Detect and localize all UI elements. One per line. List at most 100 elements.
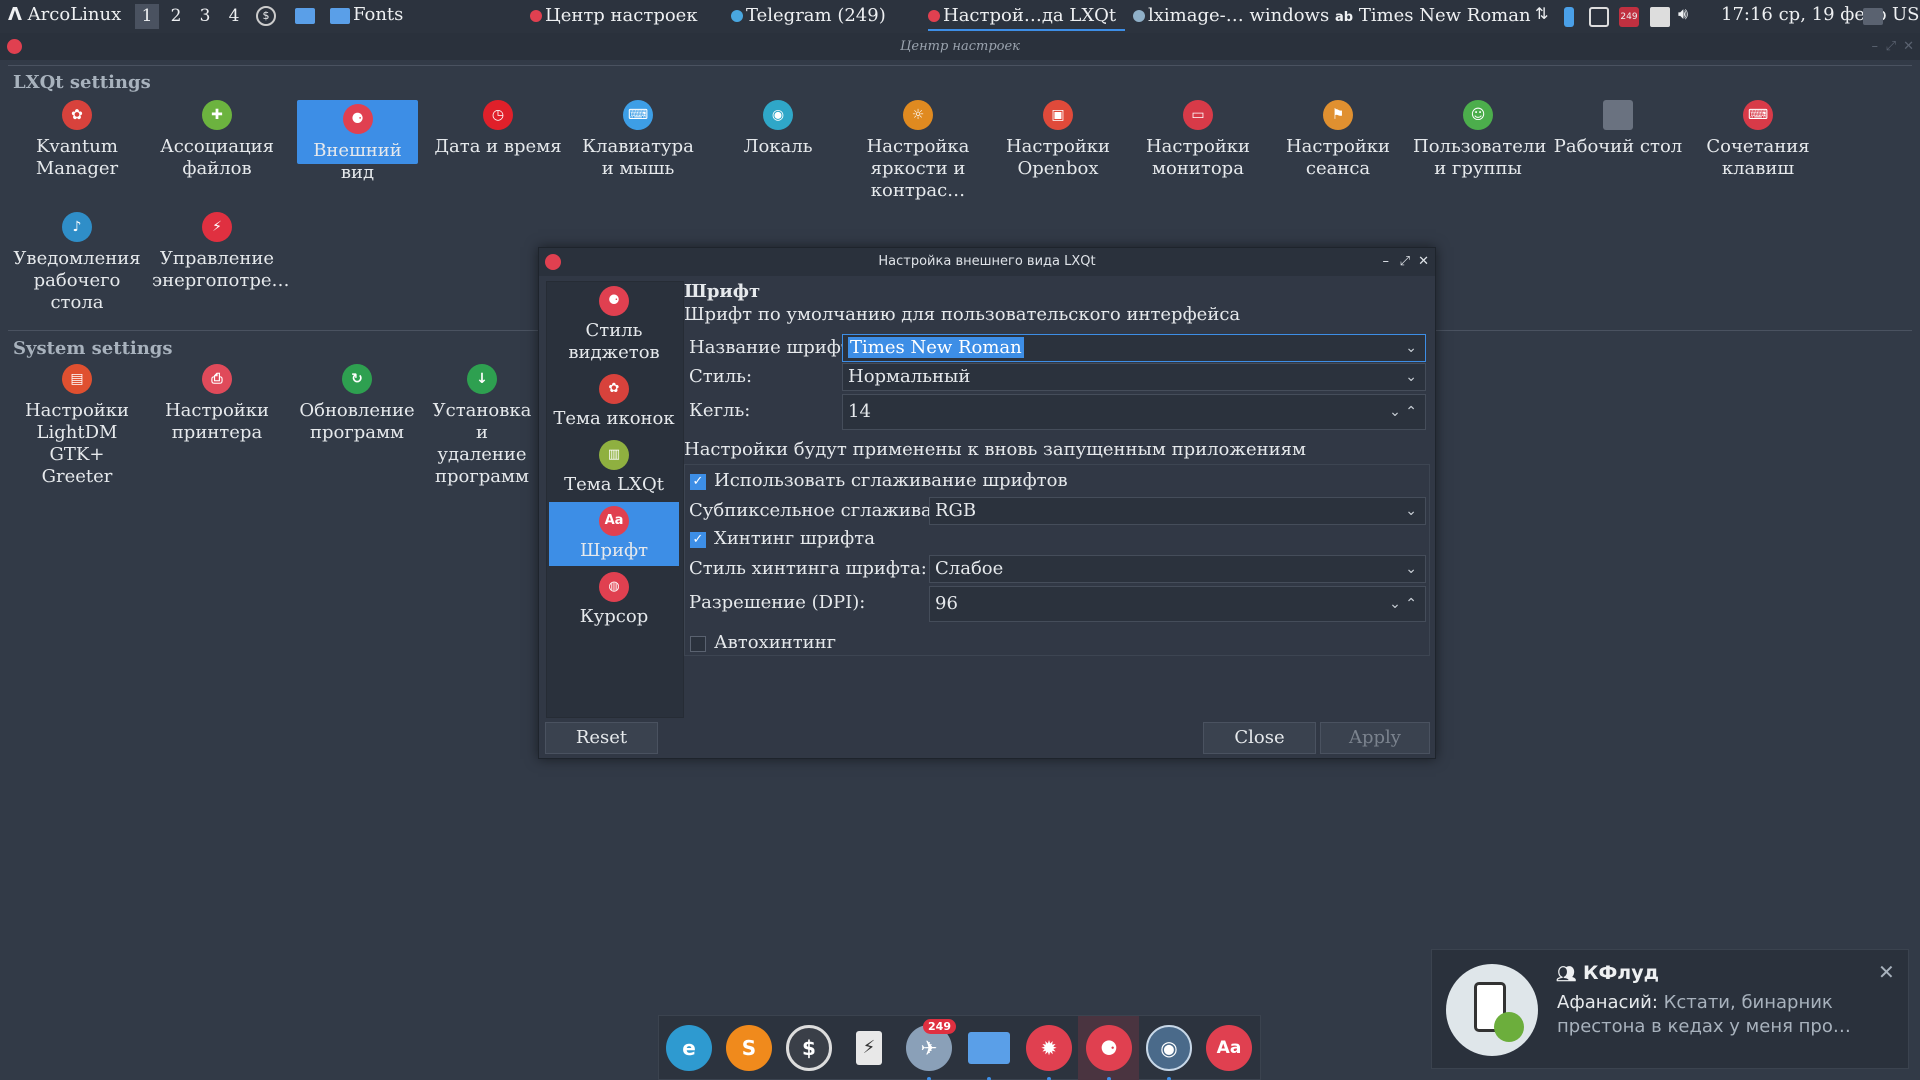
- image-viewer-icon[interactable]: ◉: [1146, 1025, 1192, 1071]
- fonts-folder-launcher[interactable]: Fonts: [330, 4, 403, 25]
- item-desktop[interactable]: Рабочий стол: [1553, 100, 1683, 158]
- close-button[interactable]: Close: [1203, 722, 1316, 754]
- desktop-icon[interactable]: [1863, 8, 1883, 25]
- icon-theme-icon: ✿: [599, 374, 629, 404]
- task-telegram[interactable]: Telegram (249): [731, 3, 886, 31]
- file-manager-icon[interactable]: [295, 8, 315, 24]
- settings-dock-icon[interactable]: ✹: [1026, 1025, 1072, 1071]
- item-keyboard-mouse[interactable]: ⌨ Клавиатура и мышь: [574, 100, 702, 180]
- notification-line-2: престона в кедах у меня про…: [1557, 1016, 1851, 1037]
- task-lximage[interactable]: lximage-… windows: [1133, 3, 1329, 31]
- size-spinbox[interactable]: 14 ⌄ ⌃: [842, 394, 1426, 430]
- divider: [8, 65, 1912, 67]
- clipboard-icon[interactable]: [1650, 7, 1670, 27]
- reset-button[interactable]: Reset: [545, 722, 658, 754]
- telegram-badge: 249: [923, 1019, 956, 1034]
- money-icon[interactable]: $: [256, 6, 276, 26]
- workspace-2[interactable]: 2: [164, 4, 188, 29]
- sublime-icon[interactable]: S: [726, 1025, 772, 1071]
- item-file-associations[interactable]: ✚ Ассоциация файлов: [152, 100, 282, 180]
- screenshot-icon[interactable]: [1589, 7, 1609, 27]
- item-brightness[interactable]: ☼ Настройка яркости и контрас…: [853, 100, 983, 202]
- font-viewer-icon: ab: [1335, 10, 1354, 25]
- keyboard-layout[interactable]: US: [1892, 4, 1920, 25]
- item-openbox[interactable]: ▣ Настройки Openbox: [993, 100, 1123, 180]
- workspace-4[interactable]: 4: [222, 4, 246, 29]
- style-label: Стиль:: [689, 366, 753, 387]
- dpi-spinbox[interactable]: 96 ⌄ ⌃: [929, 586, 1426, 622]
- divider: [1436, 330, 1912, 332]
- item-install-remove[interactable]: ↓ Установка и удаление программ: [432, 364, 532, 488]
- minimize-icon[interactable]: –: [1872, 33, 1879, 60]
- plant-icon: [1494, 1012, 1524, 1042]
- maximize-icon[interactable]: ⤢: [1886, 33, 1896, 60]
- close-icon[interactable]: ✕: [1903, 33, 1914, 60]
- side-lxqt-theme[interactable]: ▥ Тема LXQt: [549, 436, 679, 496]
- style-combo[interactable]: Нормальный ⌄: [842, 363, 1426, 391]
- task-appearance[interactable]: Настрой…да LXQt: [928, 3, 1125, 31]
- item-printer[interactable]: ⎙ Настройки принтера: [152, 364, 282, 444]
- item-shortcuts[interactable]: ⌨ Сочетания клавиш: [1693, 100, 1823, 180]
- item-updates[interactable]: ↻ Обновление программ: [292, 364, 422, 444]
- font-viewer-dock-icon[interactable]: Aa: [1206, 1025, 1252, 1071]
- widget-style-icon: ⚈: [599, 286, 629, 316]
- workspace-1[interactable]: 1: [135, 4, 159, 29]
- item-monitor[interactable]: ▭ Настройки монитора: [1133, 100, 1263, 180]
- font-name-combo[interactable]: Times New Roman ⌄: [842, 334, 1426, 362]
- refresh-icon: ↻: [342, 364, 372, 394]
- item-users-groups[interactable]: ☺ Пользователи и группы: [1413, 100, 1546, 180]
- network-icon[interactable]: ⇅: [1535, 4, 1555, 24]
- item-appearance[interactable]: ⚈ Внешний вид: [297, 100, 418, 183]
- hint-style-combo[interactable]: Слабое ⌄: [929, 555, 1426, 583]
- item-kvantum[interactable]: ✿ Kvantum Manager: [12, 100, 142, 180]
- brightness-icon: ☼: [903, 100, 933, 130]
- subpixel-combo[interactable]: RGB ⌄: [929, 497, 1426, 525]
- apply-button[interactable]: Apply: [1320, 722, 1430, 754]
- side-widget-style[interactable]: ⚈ Стиль виджетов: [549, 282, 679, 364]
- telegram-dock-icon[interactable]: ✈ 249: [906, 1019, 956, 1071]
- browser-icon[interactable]: e: [666, 1025, 712, 1071]
- maximize-icon[interactable]: ⤢: [1400, 248, 1410, 276]
- task-font-viewer[interactable]: ab Times New Roman: [1335, 3, 1531, 31]
- side-font[interactable]: Aa Шрифт: [549, 502, 679, 566]
- globe-icon: ◉: [763, 100, 793, 130]
- main-menu-button[interactable]: Λ ArcoLinux: [8, 4, 121, 25]
- minimize-icon[interactable]: –: [1383, 248, 1390, 276]
- close-icon[interactable]: ✕: [1878, 960, 1895, 984]
- item-session[interactable]: ⚑ Настройки сеанса: [1273, 100, 1403, 180]
- shortcuts-icon: ⌨: [1743, 100, 1773, 130]
- hinting-checkbox[interactable]: ✓: [690, 532, 706, 548]
- hinting-label: Хинтинг шрифта: [714, 528, 875, 549]
- settings-app-icon: [530, 10, 542, 22]
- close-icon[interactable]: ✕: [1418, 248, 1429, 276]
- folder-dock-icon[interactable]: [966, 1025, 1012, 1071]
- notification-title: 👥︎ КФлуд: [1556, 962, 1659, 984]
- telegram-notification[interactable]: 👥︎ КФлуд Афанасий: Кстати, бинарник прес…: [1431, 949, 1909, 1069]
- item-date-time[interactable]: ◷ Дата и время: [433, 100, 563, 158]
- money-app-icon[interactable]: $: [786, 1025, 832, 1071]
- section-heading: Шрифт: [684, 281, 761, 302]
- item-lightdm[interactable]: ▤ Настройки LightDM GTK+ Greeter: [12, 364, 142, 488]
- item-locale[interactable]: ◉ Локаль: [713, 100, 843, 158]
- font-name-label: Название шрифта:: [689, 337, 868, 358]
- clipboard-app-icon[interactable]: ⚡: [846, 1025, 892, 1071]
- battery-icon[interactable]: [1564, 7, 1574, 27]
- spin-arrows-icon[interactable]: ⌄ ⌃: [1389, 395, 1417, 429]
- antialias-checkbox[interactable]: ✓: [690, 474, 706, 490]
- workspace-3[interactable]: 3: [193, 4, 217, 29]
- item-power[interactable]: ⚡ Управление энергопотре…: [152, 212, 290, 292]
- side-icon-theme[interactable]: ✿ Тема иконок: [549, 370, 679, 430]
- item-notifications[interactable]: ♪ Уведомления рабочего стола: [12, 212, 142, 314]
- spin-arrows-icon[interactable]: ⌄ ⌃: [1389, 587, 1417, 621]
- autohint-checkbox[interactable]: [690, 636, 706, 652]
- chevron-down-icon: ⌄: [1405, 503, 1417, 519]
- volume-icon[interactable]: 🔊︎: [1678, 4, 1698, 24]
- dock: e S $ ⚡ ✈ 249 ✹ ⚈ ◉ Aa: [658, 1015, 1261, 1080]
- clock[interactable]: 17:16 ср, 19 февр: [1721, 4, 1887, 25]
- appearance-icon: ⚈: [342, 104, 373, 134]
- task-settings-center[interactable]: Центр настроек: [530, 3, 698, 31]
- appearance-dock-icon[interactable]: ⚈: [1086, 1025, 1132, 1071]
- side-cursor[interactable]: ◍ Курсор: [549, 568, 679, 628]
- telegram-tray-icon[interactable]: 249: [1619, 7, 1639, 27]
- font-name-value: Times New Roman: [848, 337, 1024, 358]
